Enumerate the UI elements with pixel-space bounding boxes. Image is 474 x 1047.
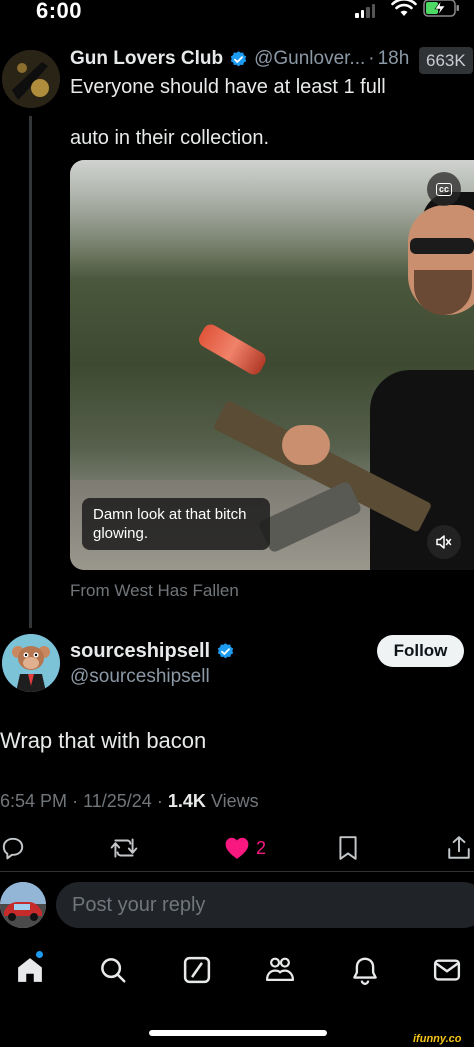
quoted-tweet-text-line2: auto in their collection. [70, 127, 270, 149]
quoted-tweet-text: Everyone should have at least 1 full aut… [70, 75, 460, 151]
tab-home[interactable] [13, 953, 47, 987]
cc-icon: cc [435, 182, 452, 196]
retweet-icon [110, 838, 138, 858]
tab-search[interactable] [96, 953, 130, 987]
video-frame-hand [282, 425, 330, 465]
wifi-icon [391, 0, 417, 16]
video-caption: Damn look at that bitch glowing. [82, 498, 270, 550]
quoted-separator: · [368, 48, 375, 69]
quoted-tweet-text-line1: Everyone should have at least 1 full [70, 76, 386, 98]
tab-communities[interactable] [263, 953, 297, 987]
views-count[interactable]: 1.4K [168, 791, 206, 811]
mute-button[interactable] [427, 525, 461, 559]
follow-button[interactable]: Follow [377, 635, 464, 667]
reply-icon [2, 837, 24, 860]
share-button[interactable] [447, 830, 471, 866]
main-tweet-text: Wrap that with bacon [0, 728, 207, 753]
closed-captions-button[interactable]: cc [427, 172, 461, 206]
tweet-date: 11/25/24 [83, 791, 152, 811]
views-label: Views [210, 791, 259, 811]
communities-icon [265, 957, 295, 981]
messages-icon [433, 959, 461, 981]
video-frame-sunglasses [410, 238, 474, 254]
current-user-avatar[interactable] [0, 882, 46, 928]
tab-messages[interactable] [430, 953, 464, 987]
bookmark-button[interactable] [337, 830, 359, 866]
quoted-author-name[interactable]: Gun Lovers Club [70, 48, 223, 70]
share-icon [448, 836, 470, 859]
home-icon [18, 958, 42, 982]
quoted-author-avatar[interactable] [2, 50, 60, 108]
like-button[interactable]: 2 [224, 830, 266, 866]
battery-charging-icon [423, 0, 459, 17]
reply-input[interactable] [56, 882, 474, 928]
grok-icon [183, 956, 211, 984]
ifunny-watermark: ifunny.co [413, 1033, 462, 1045]
reply-button[interactable] [0, 830, 26, 866]
main-author-handle[interactable]: @sourceshipsell [70, 666, 210, 688]
tweet-action-bar: 2 [0, 830, 474, 866]
like-count: 2 [256, 837, 267, 858]
status-time: 6:00 [36, 0, 83, 23]
quoted-video-player[interactable]: cc Damn look at that bitch glowing. [70, 160, 474, 570]
speaker-muted-icon [436, 535, 452, 549]
search-icon [101, 958, 126, 983]
notifications-icon [353, 957, 377, 985]
video-frame-glowing-suppressor [196, 321, 269, 378]
divider [0, 871, 474, 872]
video-source-attribution[interactable]: From West Has Fallen [70, 581, 239, 601]
quoted-tweet-header: Gun Lovers Club @Gunlover... · 18h [70, 48, 409, 70]
cellular-signal-icon [355, 2, 375, 18]
home-notification-dot [36, 951, 43, 958]
main-author-avatar[interactable] [2, 634, 60, 692]
home-indicator[interactable] [149, 1030, 327, 1036]
tab-grok[interactable] [180, 953, 214, 987]
quoted-tweet-age: 18h [377, 48, 410, 69]
main-author-name-row: sourceshipsell [70, 640, 241, 663]
heart-filled-icon [225, 837, 249, 859]
quoted-views-badge: 663K [419, 47, 473, 74]
retweet-button[interactable] [109, 830, 139, 866]
bookmark-icon [339, 836, 357, 860]
verified-badge-icon [217, 643, 234, 659]
quoted-author-handle[interactable]: @Gunlover... [254, 48, 365, 70]
meta-separator: · [156, 791, 163, 811]
bottom-tab-bar [0, 945, 474, 1000]
tweet-metadata: 6:54 PM · 11/25/24 · 1.4K Views [0, 791, 259, 812]
verified-badge-icon [230, 50, 247, 66]
status-bar: 6:00 [0, 0, 474, 36]
tab-notifications[interactable] [348, 953, 382, 987]
tweet-time: 6:54 PM [0, 791, 68, 811]
meta-separator: · [72, 791, 79, 811]
thread-connector [29, 116, 32, 628]
main-author-name[interactable]: sourceshipsell [70, 640, 210, 663]
